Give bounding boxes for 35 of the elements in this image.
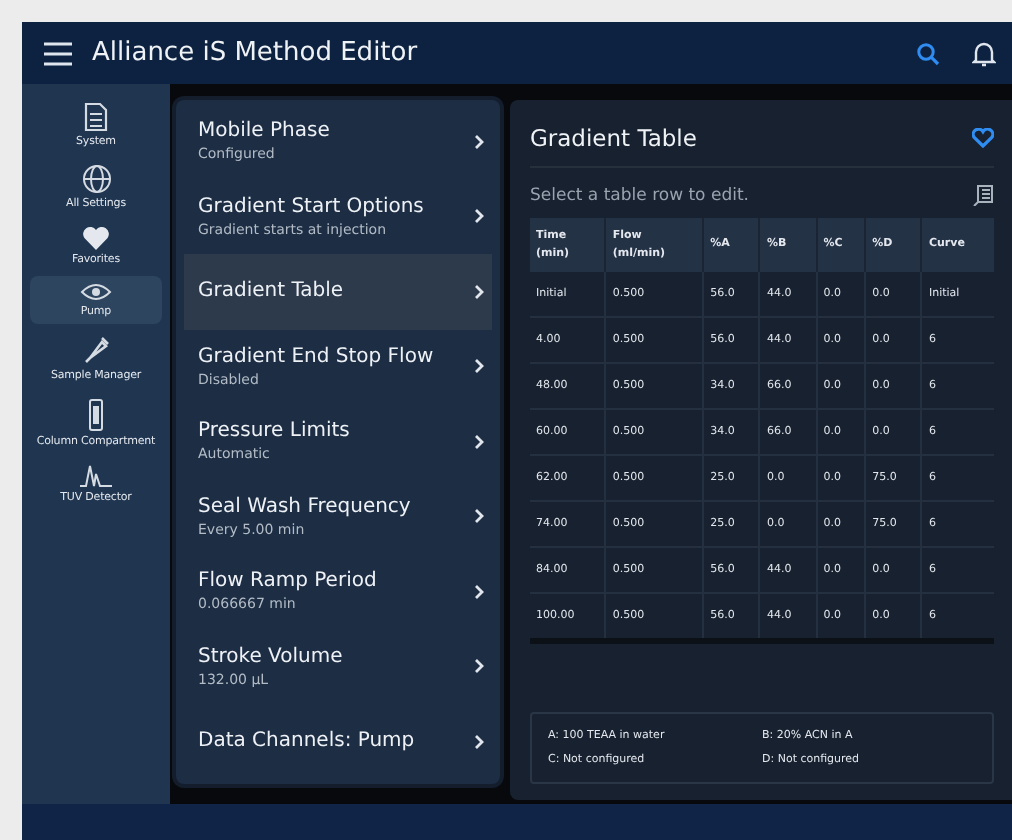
panel-title: Gradient Table bbox=[530, 124, 697, 152]
table-edit-icon[interactable] bbox=[972, 184, 994, 206]
setting-item[interactable]: Data Channels: Pump bbox=[184, 704, 492, 779]
menu-icon[interactable] bbox=[44, 41, 72, 65]
window-title: Alliance iS Method Editor bbox=[92, 38, 418, 68]
setting-title: Gradient End Stop Flow bbox=[198, 345, 436, 368]
chevron-icon bbox=[474, 583, 484, 600]
heart-icon[interactable] bbox=[972, 128, 994, 148]
chevron-icon bbox=[474, 508, 484, 525]
syringe-icon bbox=[82, 334, 110, 366]
chevron-icon bbox=[474, 733, 484, 750]
setting-title: Pressure Limits bbox=[198, 420, 352, 443]
setting-title: Seal Wash Frequency bbox=[198, 495, 413, 518]
eye-icon bbox=[80, 282, 112, 302]
setting-title: Gradient Table bbox=[198, 280, 346, 303]
chevron-icon bbox=[474, 283, 484, 300]
document-icon bbox=[84, 102, 108, 132]
chevron-icon bbox=[474, 658, 484, 675]
chevron-icon bbox=[474, 208, 484, 225]
bell-icon[interactable] bbox=[972, 39, 996, 67]
chromatogram-icon bbox=[78, 464, 114, 488]
search-icon[interactable] bbox=[916, 41, 940, 65]
column-icon bbox=[88, 398, 104, 432]
setting-title: Flow Ramp Period bbox=[198, 570, 379, 593]
setting-title: Stroke Volume bbox=[198, 645, 345, 668]
globe-icon bbox=[81, 164, 111, 194]
chevron-icon bbox=[474, 358, 484, 375]
setting-item[interactable]: Gradient Table bbox=[184, 254, 492, 329]
chevron-icon bbox=[474, 433, 484, 450]
setting-title: Data Channels: Pump bbox=[198, 730, 417, 753]
setting-title: Gradient Start Options bbox=[198, 195, 426, 218]
instruction-text: Select a table row to edit. bbox=[530, 185, 749, 205]
setting-title: Mobile Phase bbox=[198, 120, 332, 143]
heart-icon bbox=[82, 226, 110, 250]
chevron-icon bbox=[474, 133, 484, 150]
